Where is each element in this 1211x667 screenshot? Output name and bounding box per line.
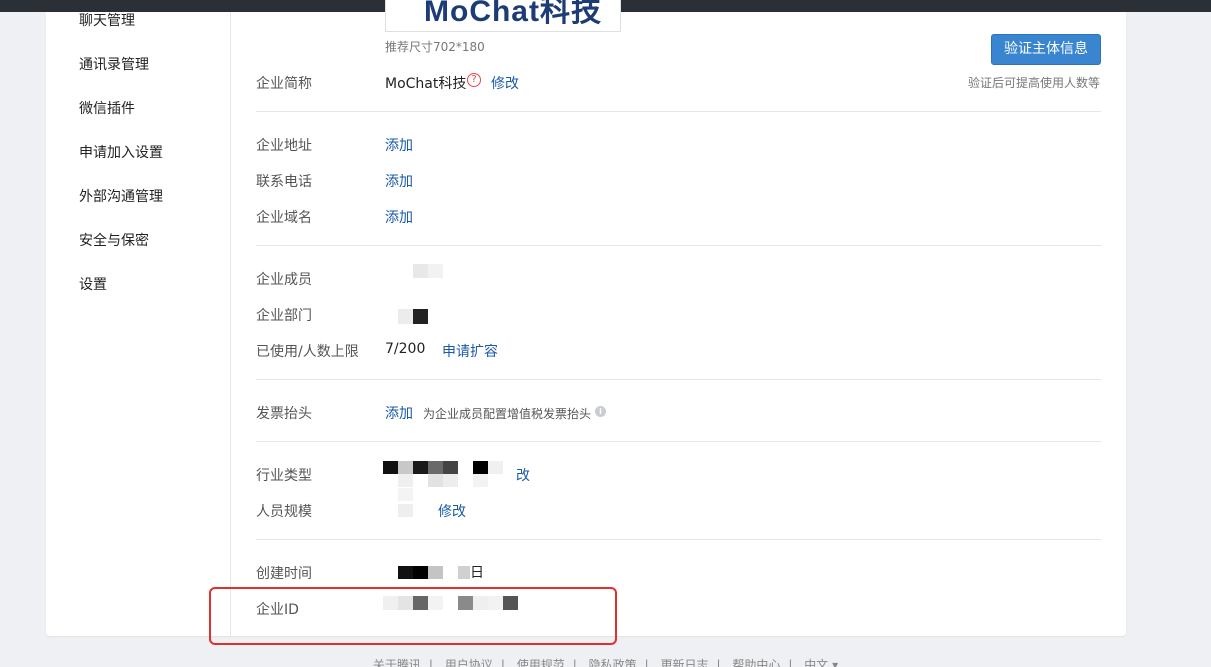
sidebar-item-wechat-plugin[interactable]: 微信插件 [79,98,135,118]
footer-link-changelog[interactable]: 更新日志 [660,658,708,667]
footer-link-help[interactable]: 帮助中心 [732,658,780,667]
footer-link-rules[interactable]: 使用规范 [517,658,565,667]
industry-label: 行业类型 [256,468,312,484]
help-icon[interactable]: ? [467,73,481,87]
divider [256,245,1101,246]
verify-entity-button[interactable]: 验证主体信息 [991,34,1101,65]
address-label: 企业地址 [256,138,312,154]
invoice-hint: 为企业成员配置增值税发票抬头 [423,407,592,421]
add-address-link[interactable]: 添加 [385,135,413,155]
sidebar-item-settings[interactable]: 设置 [79,274,107,294]
add-invoice-link[interactable]: 添加 [385,403,413,423]
footer-link-terms[interactable]: 用户协议 [445,658,493,667]
domain-label: 企业域名 [256,210,312,226]
divider [256,441,1101,442]
info-icon[interactable]: i [595,406,606,417]
verify-hint: 验证后可提高使用人数等 [968,76,1101,90]
sidebar-item-external[interactable]: 外部沟通管理 [79,186,163,206]
usage-value: 7/200 [385,341,426,357]
scale-label: 人员规模 [256,504,312,520]
sidebar-item-chat[interactable]: 聊天管理 [79,10,135,30]
created-label: 创建时间 [256,566,312,582]
logo-text: MoChat科技 [424,0,602,28]
add-domain-link[interactable]: 添加 [385,207,413,227]
usage-label: 已使用/人数上限 [256,344,359,360]
departments-label: 企业部门 [256,308,312,324]
settings-card: 聊天管理 通讯录管理 微信插件 申请加入设置 外部沟通管理 安全与保密 设置 M… [46,0,1126,636]
footer-separator: | [500,658,505,667]
footer-link-privacy[interactable]: 隐私政策 [589,658,637,667]
highlight-box [209,587,617,645]
footer-link-about[interactable]: 关于腾讯 [373,658,421,667]
members-label: 企业成员 [256,272,312,288]
logo-size-hint: 推荐尺寸702*180 [385,40,485,54]
footer-separator: | [788,658,793,667]
divider [256,539,1101,540]
sidebar-item-contacts[interactable]: 通讯录管理 [79,54,149,74]
language-select[interactable]: 中文 ▾ [804,658,838,667]
footer-separator: | [428,658,433,667]
footer-separator: | [716,658,721,667]
edit-scale-link[interactable]: 修改 [438,501,466,521]
phone-label: 联系电话 [256,174,312,190]
edit-industry-link[interactable]: 改 [516,465,530,485]
edit-short-name-link[interactable]: 修改 [491,73,519,93]
apply-expansion-link[interactable]: 申请扩容 [442,341,498,361]
short-name-label: 企业简称 [256,76,312,92]
logo-preview[interactable]: MoChat科技 [385,0,621,32]
sidebar-item-security[interactable]: 安全与保密 [79,230,149,250]
sidebar-item-join-settings[interactable]: 申请加入设置 [79,142,163,162]
invoice-label: 发票抬头 [256,406,312,422]
divider [256,111,1101,112]
footer-separator: | [572,658,577,667]
main-content: MoChat科技 推荐尺寸702*180 验证主体信息 验证后可提高使用人数等 … [231,0,1126,636]
divider [256,379,1101,380]
add-phone-link[interactable]: 添加 [385,171,413,191]
created-date-suffix: 日 [470,565,484,581]
sidebar: 聊天管理 通讯录管理 微信插件 申请加入设置 外部沟通管理 安全与保密 设置 [46,12,231,636]
short-name-value: MoChat科技 [385,76,467,92]
footer: 关于腾讯 | 用户协议 | 使用规范 | 隐私政策 | 更新日志 | 帮助中心 | 中文 ▾ [0,656,1211,667]
footer-separator: | [644,658,649,667]
